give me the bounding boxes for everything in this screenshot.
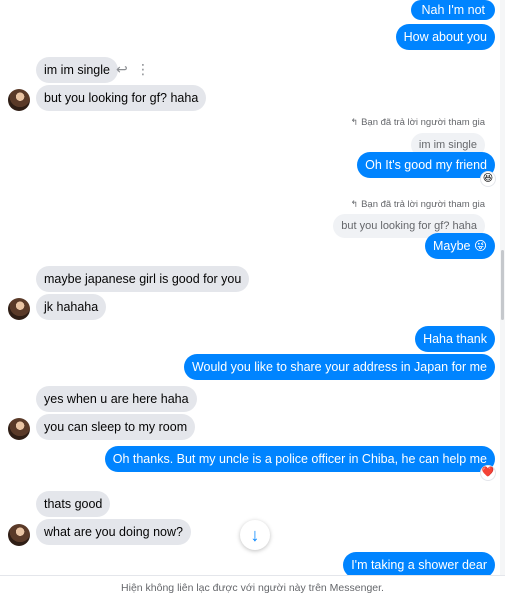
incoming-message[interactable]: yes when u are here haha: [36, 386, 197, 412]
arrow-down-icon: ↓: [250, 525, 260, 545]
outgoing-message[interactable]: How about you: [395, 24, 495, 50]
outgoing-message[interactable]: Oh It's good my friend: [357, 152, 495, 178]
incoming-message[interactable]: jk hahaha: [36, 294, 107, 320]
reply-note-icon: ↰: [350, 199, 359, 209]
outgoing-message[interactable]: Haha thank: [415, 326, 495, 352]
outgoing-message[interactable]: Maybe 😜: [424, 233, 495, 259]
avatar[interactable]: [8, 89, 30, 111]
scroll-down-button[interactable]: ↓: [240, 520, 270, 550]
outgoing-message[interactable]: I'm taking a shower dear: [343, 552, 495, 575]
incoming-message[interactable]: im im single: [36, 57, 118, 83]
outgoing-message[interactable]: Oh thanks. But my uncle is a police offi…: [104, 446, 495, 472]
incoming-message[interactable]: thats good: [36, 491, 111, 517]
incoming-message[interactable]: you can sleep to my room: [36, 414, 196, 440]
avatar[interactable]: [8, 418, 30, 440]
reply-note-icon: ↰: [350, 117, 359, 127]
reply-note-text: Bạn đã trả lời người tham gia: [361, 117, 485, 128]
incoming-message[interactable]: maybe japanese girl is good for you: [36, 266, 250, 292]
message-thread[interactable]: Nah I'm not How about you im im single ↩…: [0, 0, 505, 575]
footer-status: Hiện không liên lạc được với người này t…: [0, 575, 505, 600]
incoming-message[interactable]: what are you doing now?: [36, 519, 191, 545]
reaction-emoji[interactable]: ❤️: [481, 466, 495, 480]
reply-icon[interactable]: ↩: [116, 62, 128, 76]
reply-note: ↰ Bạn đã trả lời người tham gia: [351, 117, 485, 128]
avatar[interactable]: [8, 298, 30, 320]
reaction-emoji[interactable]: 😆: [481, 172, 495, 186]
more-options-icon[interactable]: ⋮: [136, 62, 150, 76]
reply-note: ↰ Bạn đã trả lời người tham gia: [351, 199, 485, 210]
scrollbar-thumb[interactable]: [501, 250, 504, 320]
incoming-message[interactable]: but you looking for gf? haha: [36, 85, 207, 111]
reply-note-text: Bạn đã trả lời người tham gia: [361, 199, 485, 210]
avatar[interactable]: [8, 524, 30, 546]
outgoing-message[interactable]: Nah I'm not: [411, 0, 495, 20]
outgoing-message[interactable]: Would you like to share your address in …: [183, 354, 495, 380]
